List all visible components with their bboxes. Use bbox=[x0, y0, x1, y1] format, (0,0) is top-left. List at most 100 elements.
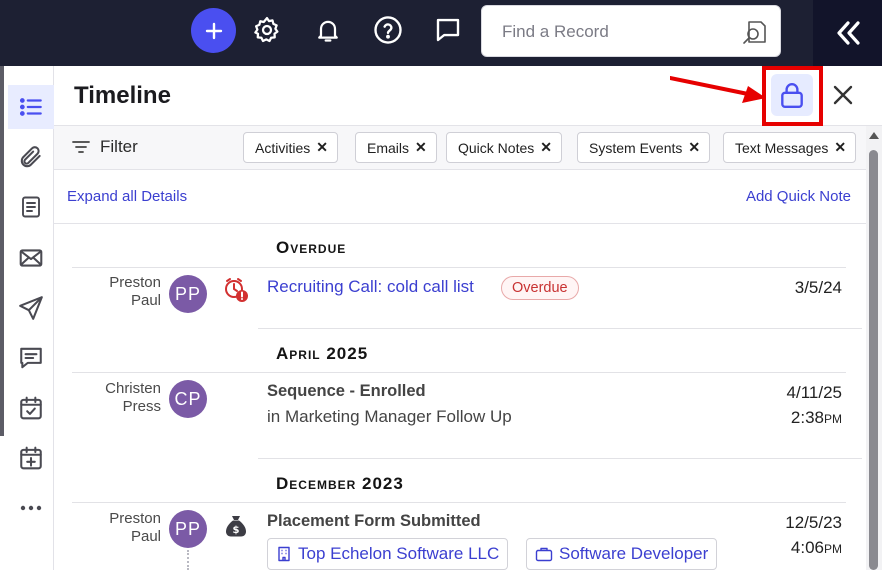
add-quick-note-link[interactable]: Add Quick Note bbox=[746, 188, 851, 205]
expand-all-details-link[interactable]: Expand all Details bbox=[67, 188, 187, 205]
filter-button[interactable]: Filter bbox=[72, 137, 138, 157]
bell-icon bbox=[318, 20, 338, 42]
event-time: 4:06 bbox=[790, 538, 824, 557]
event-divider bbox=[258, 328, 862, 329]
filter-chip-quick-notes[interactable]: Quick Notes ✕ bbox=[446, 132, 562, 163]
timeline-list-icon bbox=[19, 98, 42, 116]
event-date-value: 4/11/25 bbox=[786, 383, 842, 402]
status-badge: Overdue bbox=[501, 276, 579, 300]
event-date-value: 3/5/24 bbox=[794, 278, 842, 297]
gear-icon bbox=[254, 17, 279, 43]
event-title: Sequence - Enrolled bbox=[267, 382, 426, 400]
chip-label: System Events bbox=[589, 139, 683, 156]
section-heading-december-2023: December 2023 bbox=[276, 474, 404, 493]
rail-item-schedule[interactable] bbox=[8, 436, 54, 480]
global-search bbox=[481, 5, 781, 57]
svg-text:$: $ bbox=[233, 525, 240, 536]
rail-edge bbox=[0, 66, 4, 436]
section-heading-april-2025: April 2025 bbox=[276, 344, 369, 363]
chip-label: Quick Notes bbox=[458, 139, 535, 156]
filter-lines-icon bbox=[72, 141, 90, 153]
panel-title: Timeline bbox=[74, 82, 171, 109]
help-icon bbox=[374, 16, 402, 44]
related-job-chip[interactable]: Software Developer bbox=[526, 538, 718, 570]
notifications-button[interactable] bbox=[312, 13, 344, 47]
close-icon bbox=[833, 85, 853, 105]
rail-item-attachments[interactable] bbox=[8, 135, 54, 179]
messages-button[interactable] bbox=[432, 13, 464, 47]
event-date: 12/5/23 4:06PM bbox=[785, 510, 842, 562]
event-owner: Preston Paul bbox=[71, 274, 161, 310]
plus-icon bbox=[205, 22, 222, 39]
owner-first-name: Christen bbox=[105, 380, 161, 397]
avatar: CP bbox=[169, 380, 207, 418]
chip-label: Emails bbox=[367, 139, 410, 156]
event-owner: Christen Press bbox=[71, 380, 161, 416]
section-heading-overdue: Overdue bbox=[276, 238, 347, 257]
search-input[interactable] bbox=[502, 20, 722, 44]
document-icon bbox=[22, 196, 40, 218]
rail-item-documents[interactable] bbox=[8, 185, 54, 229]
top-navigation-bar bbox=[0, 0, 882, 66]
filter-bar: Filter Activities ✕ Emails ✕ Quick Notes ✕ … bbox=[54, 126, 882, 170]
event-divider bbox=[258, 458, 862, 459]
related-job-title: Software Developer bbox=[559, 544, 709, 563]
rail-item-email[interactable] bbox=[8, 236, 54, 280]
event-title-link[interactable]: Recruiting Call: cold call list bbox=[267, 277, 474, 297]
section-divider bbox=[72, 502, 846, 503]
help-button[interactable] bbox=[372, 13, 404, 47]
event-time: 2:38 bbox=[790, 408, 824, 427]
remove-chip-icon[interactable]: ✕ bbox=[316, 139, 328, 156]
settings-button[interactable] bbox=[251, 13, 283, 47]
event-owner: Preston Paul bbox=[71, 510, 161, 546]
filter-label: Filter bbox=[100, 137, 138, 156]
filter-chip-emails[interactable]: Emails ✕ bbox=[355, 132, 437, 163]
annotation-arrow bbox=[670, 76, 766, 103]
message-icon bbox=[20, 347, 42, 369]
owner-last-name: Press bbox=[122, 398, 161, 415]
calendar-check-icon bbox=[20, 396, 42, 420]
chip-label: Text Messages bbox=[735, 139, 829, 156]
remove-chip-icon[interactable]: ✕ bbox=[688, 139, 700, 156]
rail-item-more[interactable] bbox=[8, 486, 54, 530]
event-date-value: 12/5/23 bbox=[785, 513, 842, 532]
scroll-up-arrow[interactable] bbox=[869, 132, 879, 139]
avatar: PP bbox=[169, 510, 207, 548]
event-date: 3/5/24 bbox=[795, 275, 842, 300]
close-panel-button[interactable] bbox=[828, 80, 858, 110]
rail-item-text-messages[interactable] bbox=[8, 336, 54, 380]
mail-icon bbox=[19, 249, 43, 267]
briefcase-icon bbox=[535, 547, 553, 562]
scrollbar-thumb[interactable] bbox=[869, 150, 878, 570]
chip-label: Activities bbox=[255, 139, 311, 156]
event-ampm: PM bbox=[824, 542, 842, 556]
event-subtitle: in Marketing Manager Follow Up bbox=[267, 407, 512, 426]
section-divider bbox=[72, 267, 846, 268]
collapse-panel-button[interactable] bbox=[813, 0, 882, 66]
building-icon bbox=[278, 546, 290, 562]
related-company-name: Top Echelon Software LLC bbox=[298, 544, 500, 563]
create-new-button[interactable] bbox=[191, 8, 236, 53]
rail-item-timeline[interactable] bbox=[8, 85, 54, 129]
annotation-highlight-box bbox=[762, 66, 823, 126]
chat-icon bbox=[436, 18, 460, 42]
avatar: PP bbox=[169, 275, 207, 313]
double-chevron-left-icon bbox=[836, 21, 860, 45]
rail-item-tasks[interactable] bbox=[8, 386, 54, 430]
paperclip-icon bbox=[20, 146, 41, 168]
related-company-chip[interactable]: Top Echelon Software LLC bbox=[267, 538, 509, 570]
filter-chip-activities[interactable]: Activities ✕ bbox=[243, 132, 338, 163]
search-record-icon[interactable] bbox=[740, 18, 768, 46]
send-icon bbox=[19, 296, 43, 320]
remove-chip-icon[interactable]: ✕ bbox=[540, 139, 552, 156]
remove-chip-icon[interactable]: ✕ bbox=[834, 139, 846, 156]
timeline-connector bbox=[187, 550, 189, 570]
remove-chip-icon[interactable]: ✕ bbox=[415, 139, 427, 156]
event-ampm: PM bbox=[824, 412, 842, 426]
calendar-plus-icon bbox=[20, 446, 42, 470]
filter-chip-text-messages[interactable]: Text Messages ✕ bbox=[723, 132, 857, 163]
owner-first-name: Preston bbox=[109, 510, 161, 527]
rail-item-send[interactable] bbox=[8, 286, 54, 330]
filter-chip-system-events[interactable]: System Events ✕ bbox=[577, 132, 711, 163]
money-bag-icon: $ bbox=[222, 512, 250, 540]
